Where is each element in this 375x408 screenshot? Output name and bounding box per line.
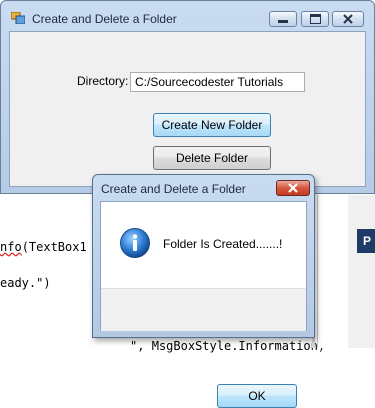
main-window: Create and Delete a Folder Directory: Cr… [0, 0, 375, 194]
message-box-title: Create and Delete a Folder [101, 182, 246, 196]
delete-folder-button[interactable]: Delete Folder [153, 146, 271, 170]
close-icon [343, 14, 353, 24]
minimize-button[interactable] [269, 11, 297, 27]
message-text: Folder Is Created.......! [163, 237, 283, 251]
information-icon [120, 228, 150, 258]
message-box-footer: OK [101, 288, 306, 408]
editor-side-panel: P [317, 195, 375, 348]
code-line: ", MsgBoxStyle.Information) [0, 339, 326, 353]
message-box-dialog: Create and Delete a Folder Folder Is Cre… [92, 174, 315, 408]
code-line: nfo(TextBox1 [0, 240, 87, 254]
main-titlebar[interactable]: Create and Delete a Folder [1, 1, 374, 31]
message-box-body: Folder Is Created.......! OK [100, 201, 307, 408]
code-line: eady.") [0, 276, 51, 290]
maximize-button[interactable] [301, 11, 329, 27]
create-folder-button[interactable]: Create New Folder [153, 113, 271, 137]
app-form-icon [11, 12, 25, 24]
main-window-title: Create and Delete a Folder [32, 12, 177, 26]
code-text: (TextBox1 [21, 240, 87, 254]
ok-button[interactable]: OK [217, 384, 297, 408]
directory-input[interactable] [130, 72, 305, 92]
directory-label: Directory: [77, 74, 129, 88]
code-error-underline: nfo [0, 240, 22, 254]
side-panel-tab[interactable]: P [357, 229, 375, 253]
close-button[interactable] [332, 11, 364, 27]
maximize-icon [309, 14, 321, 24]
close-icon [288, 183, 298, 193]
minimize-icon [278, 20, 288, 23]
main-form-body: Directory: Create New Folder Delete Fold… [9, 31, 366, 187]
editor-side-strip [317, 195, 348, 348]
message-box-close-button[interactable] [276, 180, 310, 196]
